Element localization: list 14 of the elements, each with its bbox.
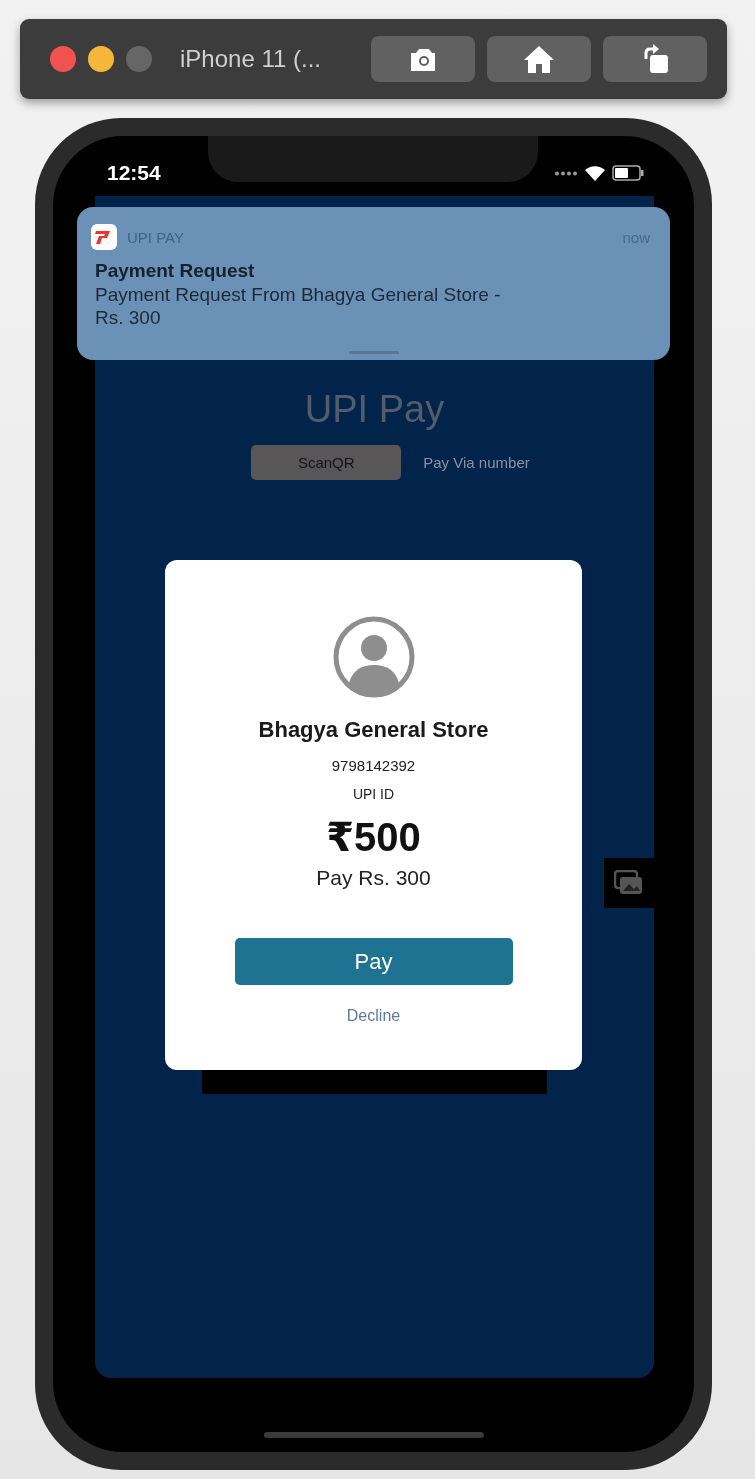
notification-title: Payment Request [95, 260, 256, 282]
amount: ₹500 [326, 814, 421, 860]
tab[interactable]: Pay Via number [415, 445, 538, 480]
status-time: 12:54 [107, 161, 161, 185]
payee-phone: 9798142392 [331, 757, 416, 774]
device-title: iPhone 11 (... [180, 45, 321, 73]
pay-button[interactable]: Pay [234, 938, 513, 985]
tab[interactable]: ScanQR [251, 445, 402, 480]
upi-id-label: UPI ID [352, 786, 395, 802]
pay-amount-text: Pay Rs. 300 [316, 866, 431, 890]
notification-body: Payment Request From Bhagya General Store - Rs. 300 [95, 284, 502, 330]
payee-name: Bhagya General Store [258, 717, 489, 743]
decline-button[interactable]: Decline [346, 1007, 401, 1025]
app-title: UPI Pay [304, 388, 445, 431]
